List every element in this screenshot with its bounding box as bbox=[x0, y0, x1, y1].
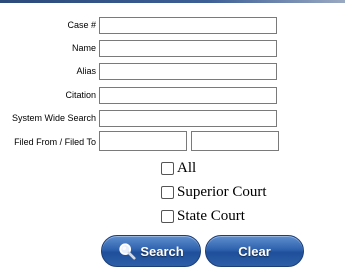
filter-superior-court: Superior Court bbox=[161, 182, 267, 202]
citation-input[interactable] bbox=[99, 87, 277, 104]
system-wide-search-label: System Wide Search bbox=[11, 113, 96, 123]
superior-court-checkbox-label: Superior Court bbox=[177, 183, 267, 200]
alias-label: Alias bbox=[76, 66, 96, 76]
name-input[interactable] bbox=[99, 40, 277, 57]
filed-from-input[interactable] bbox=[99, 131, 187, 151]
all-checkbox-label: All bbox=[177, 159, 197, 176]
magnifier-icon bbox=[119, 243, 136, 260]
clear-button-label: Clear bbox=[238, 243, 271, 259]
superior-court-checkbox[interactable] bbox=[161, 185, 174, 199]
filed-dates-label: Filed From / Filed To bbox=[14, 137, 96, 147]
case-number-input[interactable] bbox=[99, 17, 277, 34]
filter-state-court: State Court bbox=[161, 206, 245, 226]
header-bar bbox=[0, 0, 345, 3]
all-checkbox[interactable] bbox=[161, 161, 174, 175]
filter-all: All bbox=[161, 158, 196, 178]
case-number-label: Case # bbox=[67, 20, 96, 30]
search-button-label: Search bbox=[140, 243, 184, 259]
filed-to-input[interactable] bbox=[191, 131, 279, 151]
state-court-checkbox[interactable] bbox=[161, 209, 174, 223]
system-wide-search-input[interactable] bbox=[99, 110, 277, 127]
citation-label: Citation bbox=[65, 90, 96, 100]
name-label: Name bbox=[71, 43, 96, 53]
clear-button[interactable]: Clear bbox=[205, 235, 304, 267]
state-court-checkbox-label: State Court bbox=[177, 207, 245, 224]
search-button[interactable]: Search bbox=[101, 235, 201, 267]
alias-input[interactable] bbox=[99, 63, 277, 80]
